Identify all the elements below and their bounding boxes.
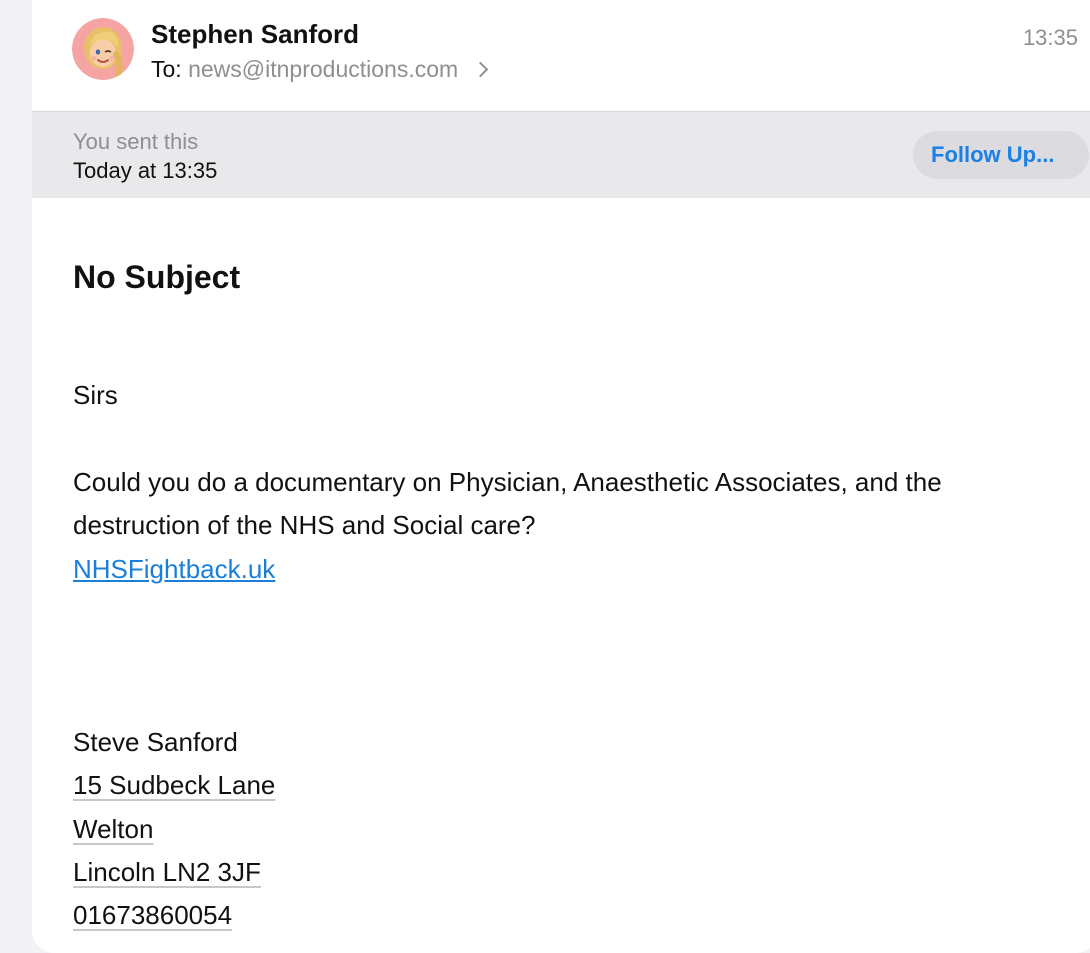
message-header: Stephen Sanford To: news@itnproductions.… (32, 0, 1090, 112)
recipient-address[interactable]: news@itnproductions.com (188, 56, 458, 82)
signature-address-line-2[interactable]: Welton (73, 814, 153, 845)
follow-up-button[interactable]: Follow Up... (913, 131, 1089, 179)
signature-phone[interactable]: 01673860054 (73, 900, 232, 931)
to-label: To: (151, 56, 182, 82)
message-time: 13:35 (1022, 25, 1078, 50)
sender-name[interactable]: Stephen Sanford (151, 19, 359, 50)
sent-date: Today at 13:35 (73, 158, 218, 183)
message-subject: No Subject (73, 259, 241, 295)
signature-name: Steve Sanford (73, 727, 238, 757)
signature-address-line-3[interactable]: Lincoln LN2 3JF (73, 857, 261, 888)
recipient-line[interactable]: To: news@itnproductions.com (151, 56, 488, 83)
fightback-link[interactable]: NHSFightback.uk (73, 554, 275, 585)
chevron-right-icon[interactable] (472, 61, 488, 78)
body-text-line-1: Could you do a documentary on Physician,… (73, 467, 942, 497)
sent-label: You sent this (73, 129, 199, 154)
greeting-text: Sirs (73, 380, 118, 410)
sender-avatar[interactable] (72, 18, 134, 80)
sent-status-bar: You sent this Today at 13:35 Follow Up..… (32, 112, 1090, 198)
body-text-line-2: destruction of the NHS and Social care? (73, 510, 536, 540)
mail-message-view: Stephen Sanford To: news@itnproductions.… (32, 0, 1090, 953)
signature-address-line-1[interactable]: 15 Sudbeck Lane (73, 770, 275, 801)
